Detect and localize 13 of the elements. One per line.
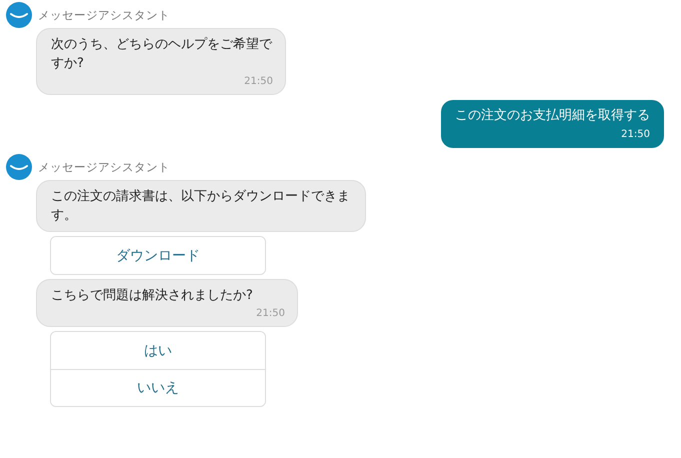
reply-button[interactable]: ダウンロード bbox=[51, 237, 265, 274]
message-text: この注文のお支払明細を取得する bbox=[455, 107, 650, 125]
avatar-icon bbox=[6, 2, 32, 28]
message-text: こちらで問題は解決されましたか? bbox=[51, 287, 254, 305]
avatar-icon bbox=[6, 154, 32, 180]
reply-button[interactable]: いいえ bbox=[51, 369, 265, 406]
message-text: この注文の請求書は、以下からダウンロードできます。 bbox=[51, 188, 351, 225]
message-text: 次のうち、どちらのヘルプをご希望ですか? bbox=[51, 36, 273, 73]
message-time: 21:50 bbox=[244, 76, 273, 88]
sender-name: メッセージアシスタント bbox=[38, 8, 170, 22]
sender-name: メッセージアシスタント bbox=[38, 160, 170, 174]
message-time: 21:50 bbox=[621, 129, 650, 141]
message-time: 21:50 bbox=[256, 308, 285, 320]
